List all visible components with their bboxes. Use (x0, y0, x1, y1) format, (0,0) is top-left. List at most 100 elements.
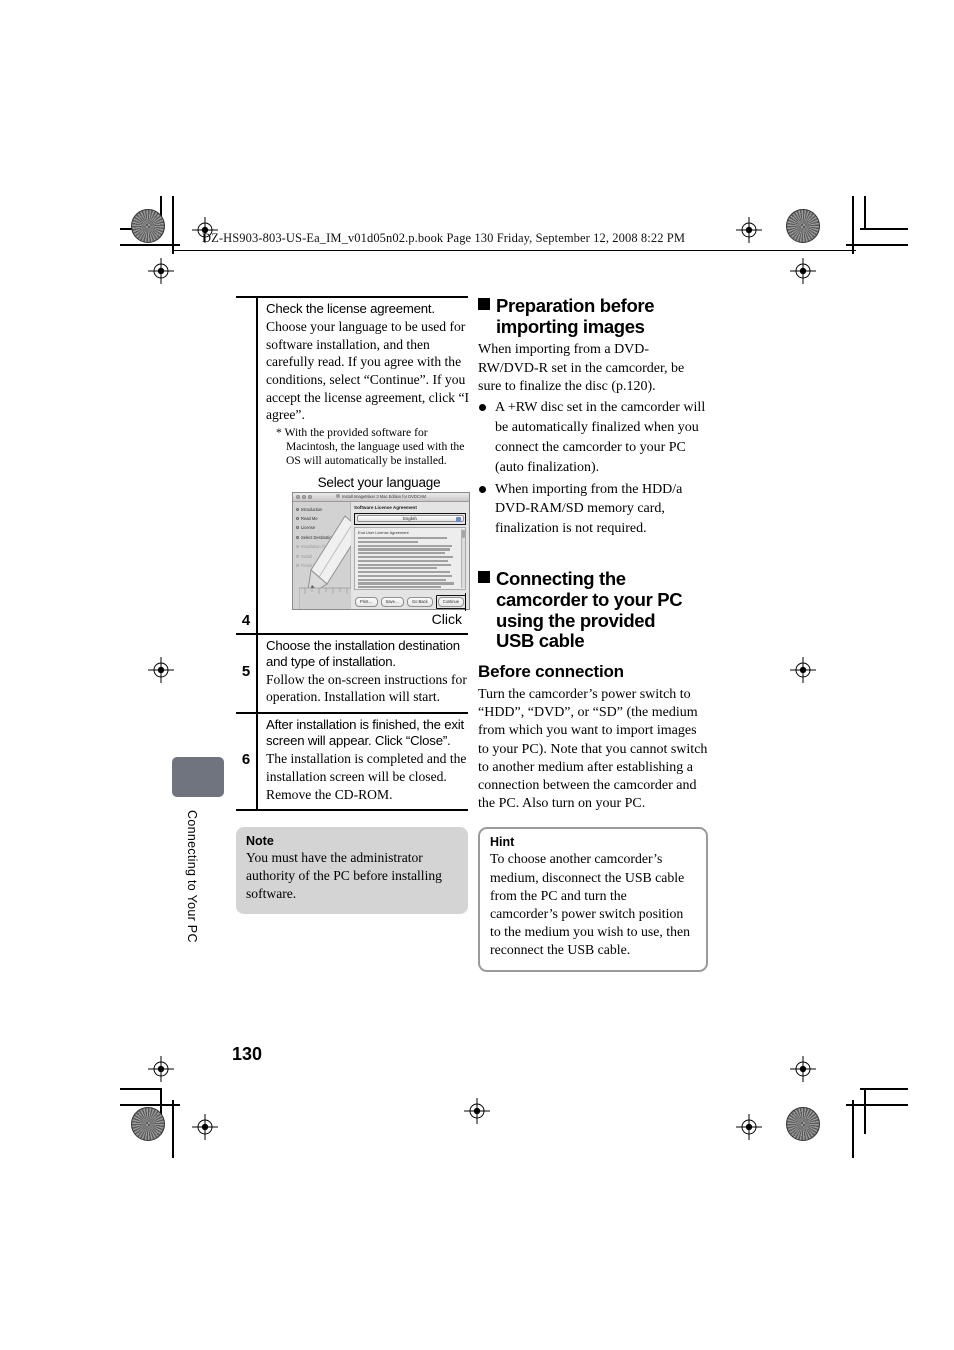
hint-text: To choose another camcorder’s medium, di… (490, 851, 691, 958)
installer-step-select-destination: Select Destination (296, 535, 347, 540)
registration-target-right-lower (790, 657, 816, 683)
installer-window-title-text: Install ImageMixer 3 Mac Edition for DVD… (342, 493, 426, 499)
crop-mark-bottom-right-v (852, 1100, 854, 1158)
step-4-footnote: * With the provided software for Macinto… (276, 426, 465, 468)
installer-pane-heading: Software License Agreement (354, 504, 417, 510)
eula-text-line (358, 552, 446, 555)
language-select[interactable]: English (356, 515, 464, 523)
eula-textarea[interactable]: End User License Agreement (354, 527, 466, 591)
installer-step-read-me: Read Me (296, 516, 347, 521)
preparation-bullet-1: A +RW disc set in the camcorder will be … (478, 398, 708, 478)
eula-text-line (358, 567, 438, 570)
save-button[interactable]: Save… (380, 597, 404, 607)
step-4-text: Choose your language to be used for soft… (266, 319, 470, 423)
eula-text-line (358, 537, 448, 540)
eula-scrollbar-thumb[interactable] (462, 530, 465, 539)
crop-mark-bottom-right-h2 (860, 1088, 908, 1090)
registration-target-bottom-left (192, 1114, 218, 1140)
crop-mark-top-right-h2 (860, 228, 908, 230)
installer-step-introduction-label: Introduction (301, 506, 323, 512)
section-heading-preparation: Preparation before importing images (478, 295, 708, 337)
installer-titlebar: Install ImageMixer 3 Mac Edition for DVD… (293, 492, 469, 502)
step-bullet-icon (296, 526, 299, 530)
installer-step-finish-up: Finish Up (296, 563, 347, 568)
step-4-number-col: 4 (236, 298, 258, 633)
section-marker-square-icon (478, 298, 490, 310)
installer-main-pane: Software License Agreement English End U… (351, 501, 469, 609)
eula-text-line (358, 586, 442, 589)
before-connection-body-text: Turn the camcorder’s power switch to “HD… (478, 687, 708, 812)
right-column: Preparation before importing images When… (478, 295, 708, 972)
step-bullet-icon (296, 554, 299, 558)
installer-window-screenshot: Install ImageMixer 3 Mac Edition for DVD… (292, 491, 470, 610)
print-button[interactable]: Print… (355, 597, 378, 607)
step-5-number: 5 (241, 662, 251, 680)
section-heading-connecting-line1: Connecting the (496, 568, 626, 590)
step-4-number: 4 (241, 611, 251, 629)
hint-title: Hint (490, 835, 515, 850)
figure-caption-click: Click (431, 610, 462, 627)
registration-target-left-mid (148, 258, 174, 284)
eula-text-line (358, 548, 450, 551)
eula-text-line (358, 559, 449, 562)
crop-mark-bottom-right-h (846, 1104, 908, 1106)
eula-text-line (358, 544, 452, 547)
section-heading-connecting-line2: camcorder to your PC (496, 588, 683, 610)
note-title: Note (246, 834, 274, 849)
step-5-text: Follow the on-screen instructions for op… (266, 671, 467, 705)
step-5: 5 Choose the installation destination an… (236, 632, 468, 713)
section-marker-square-icon (478, 571, 490, 584)
installer-sidebar: Introduction Read Me License Select Dest… (293, 501, 369, 609)
crop-mark-top-left-h (120, 244, 180, 246)
installer-step-read-me-label: Read Me (301, 515, 318, 521)
chapter-tab-block (172, 757, 224, 797)
eula-text-line (358, 582, 454, 585)
subheading-before-connection: Before connection (478, 662, 624, 681)
installer-step-select-destination-label: Select Destination (301, 534, 334, 540)
continue-button-highlight: Continue (435, 595, 467, 609)
crop-mark-top-left-v (172, 196, 174, 254)
eula-text-line (358, 540, 419, 544)
step-4-title: Check the license agreement. (266, 301, 435, 316)
crop-mark-bottom-right-v2 (864, 1088, 866, 1134)
step-bullet-icon (296, 545, 299, 549)
crop-mark-bottom-left-v (172, 1100, 174, 1158)
crop-mark-top-right-h (846, 244, 908, 246)
installer-step-installation-type-label: Installation Type (301, 544, 331, 550)
registration-circle-bottom-left (131, 1107, 165, 1141)
section-heading-preparation-line1: Preparation before (496, 295, 655, 316)
go-back-button[interactable]: Go Back (406, 597, 433, 607)
page-number: 130 (232, 1044, 263, 1064)
step-5-number-col: 5 (236, 634, 258, 713)
registration-target-top-right (736, 217, 762, 243)
installer-step-introduction: Introduction (296, 507, 347, 512)
registration-circle-top-right (786, 209, 820, 243)
section-heading-connecting: Connecting the camcorder to your PC usin… (478, 568, 708, 652)
step-4-body: Check the license agreement. Choose your… (258, 298, 470, 633)
eula-text-line (358, 578, 447, 581)
registration-target-right-mid (790, 258, 816, 284)
header-file-info: DZ-HS903-803-US-Ea_IM_v01d05n02.p.book P… (202, 231, 686, 245)
eula-text-line (358, 571, 450, 574)
crop-mark-bottom-left-h (120, 1104, 180, 1106)
crop-mark-bottom-left-h2 (120, 1088, 162, 1090)
registration-circle-top-left (131, 209, 165, 243)
step-bullet-icon (296, 535, 299, 539)
section-heading-connecting-line4: USB cable (496, 630, 585, 652)
figure-caption-select-language: Select your language (317, 474, 441, 490)
step-6: 6 After installation is finished, the ex… (236, 712, 468, 810)
step-bullet-icon (296, 507, 299, 511)
eula-scrollbar[interactable] (460, 529, 465, 589)
step-4: 4 Check the license agreement. Choose yo… (236, 296, 470, 633)
installer-step-install-label: Install (301, 553, 312, 559)
manual-page: DZ-HS903-803-US-Ea_IM_v01d05n02.p.book P… (0, 0, 954, 1350)
hint-box: Hint To choose another camcorder’s mediu… (478, 827, 708, 972)
continue-button[interactable]: Continue (437, 597, 465, 607)
registration-target-left-lower (148, 657, 174, 683)
section-heading-connecting-line3: using the provided (496, 609, 656, 631)
disc-icon (336, 494, 341, 499)
step-5-body: Choose the installation destination and … (258, 635, 468, 713)
registration-target-left-bottom (148, 1056, 174, 1082)
chevron-updown-icon (456, 517, 461, 523)
note-box: Note You must have the administrator aut… (236, 827, 468, 915)
